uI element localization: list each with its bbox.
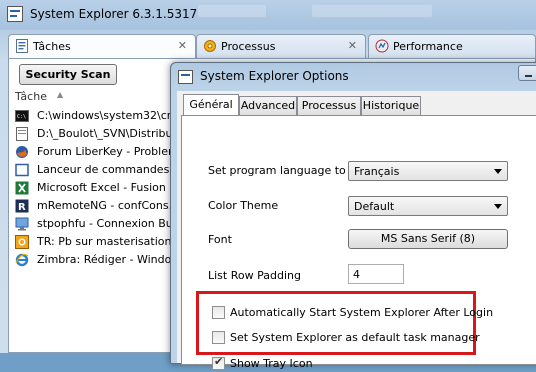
tasks-icon <box>16 39 28 53</box>
color-theme-label: Color Theme <box>208 199 279 212</box>
minimize-button[interactable] <box>518 65 536 81</box>
options-dialog: System Explorer Options Général Advanced… <box>170 62 536 370</box>
tab-processus[interactable]: Processus <box>297 96 361 115</box>
remote-desktop-icon <box>15 217 29 231</box>
tab-label: Performance <box>393 40 463 53</box>
close-tab-icon[interactable]: ✕ <box>178 39 187 52</box>
highlight-box <box>196 291 476 355</box>
chevron-down-icon <box>494 204 502 209</box>
mremote-icon: R <box>15 199 29 213</box>
task-row[interactable]: stpophfu - Connexion Burea <box>9 215 184 233</box>
default-task-manager-label: Set System Explorer as default task mana… <box>230 331 480 344</box>
task-row[interactable]: Forum LiberKey - Problem S <box>9 143 184 161</box>
general-settings-panel: Set program language to Français Color T… <box>181 115 536 370</box>
chevron-down-icon <box>494 169 502 174</box>
task-name: D:\_Boulot\_SVN\Distribution <box>37 127 184 140</box>
task-name: Microsoft Excel - Fusion BPA <box>37 181 184 194</box>
task-name: C:\windows\system32\cmd.e <box>37 109 184 122</box>
task-row[interactable]: TR: Pb sur masterisation set <box>9 233 184 251</box>
task-name: stpophfu - Connexion Burea <box>37 217 184 230</box>
task-row[interactable]: R mRemoteNG - confCons.xm <box>9 197 184 215</box>
main-title-bar[interactable]: System Explorer 6.3.1.5317 <box>0 0 536 30</box>
color-theme-select[interactable]: Default <box>348 196 508 216</box>
tab-historique[interactable]: Historique <box>361 96 421 115</box>
task-list: C:\ C:\windows\system32\cmd.e D:\_Boulot… <box>9 107 184 269</box>
cmd-icon: C:\ <box>15 110 29 122</box>
task-row[interactable]: Lanceur de commandes sur <box>9 161 184 179</box>
task-name: mRemoteNG - confCons.xm <box>37 199 184 212</box>
performance-icon <box>375 39 389 53</box>
window-icon <box>15 163 29 177</box>
autostart-label: Automatically Start System Explorer Afte… <box>230 306 494 319</box>
task-name: TR: Pb sur masterisation set <box>37 235 184 248</box>
row-padding-input[interactable] <box>348 264 404 284</box>
autostart-checkbox[interactable] <box>212 306 225 319</box>
folder-icon <box>16 127 28 141</box>
task-row[interactable]: Microsoft Excel - Fusion BPA <box>9 179 184 197</box>
svg-text:C:\: C:\ <box>17 114 26 120</box>
system-explorer-app-icon <box>178 70 193 84</box>
tab-advanced[interactable]: Advanced <box>239 96 297 115</box>
row-padding-label: List Row Padding <box>208 269 301 282</box>
column-header-label: Tâche <box>15 90 47 103</box>
task-row[interactable]: C:\ C:\windows\system32\cmd.e <box>9 107 184 125</box>
tab-general[interactable]: Général <box>183 94 239 116</box>
show-tray-icon-label: Show Tray Icon <box>230 357 313 370</box>
task-name: Zimbra: Rédiger - Windows <box>37 253 184 266</box>
outlook-icon <box>15 235 29 249</box>
default-task-manager-checkbox[interactable] <box>212 331 225 344</box>
svg-text:R: R <box>18 202 26 213</box>
background-window-title-blur <box>198 5 266 17</box>
tab-label: Tâches <box>33 40 71 53</box>
dialog-title: System Explorer Options <box>200 69 349 83</box>
excel-icon <box>15 181 29 195</box>
main-window-title: System Explorer 6.3.1.5317 <box>30 7 198 21</box>
dialog-body: Général Advanced Processus Historique Se… <box>177 91 536 370</box>
task-row[interactable]: Zimbra: Rédiger - Windows <box>9 251 184 269</box>
task-name: Forum LiberKey - Problem S <box>37 145 184 158</box>
tab-processus[interactable]: Processus ✕ <box>196 34 366 58</box>
language-select[interactable]: Français <box>348 161 508 181</box>
tab-performance[interactable]: Performance <box>368 34 536 58</box>
background-window-title-blur <box>312 5 432 17</box>
task-name: Lanceur de commandes sur <box>37 163 184 176</box>
sort-ascending-icon: ▲ <box>57 90 64 99</box>
close-tab-icon[interactable]: ✕ <box>348 39 357 52</box>
tab-taches[interactable]: Tâches ✕ <box>8 34 196 59</box>
font-picker-button[interactable]: MS Sans Serif (8) <box>348 229 508 249</box>
ie-icon <box>15 253 29 267</box>
color-theme-value: Default <box>354 200 395 213</box>
font-label: Font <box>208 233 232 246</box>
firefox-icon <box>16 146 28 158</box>
processes-icon <box>204 40 216 52</box>
language-label: Set program language to <box>208 164 346 177</box>
tab-label: Processus <box>221 40 276 53</box>
system-explorer-app-icon <box>7 6 23 22</box>
task-row[interactable]: D:\_Boulot\_SVN\Distribution <box>9 125 184 143</box>
show-tray-icon-checkbox[interactable] <box>212 355 225 370</box>
security-scan-button[interactable]: Security Scan <box>19 64 117 85</box>
language-value: Français <box>354 165 400 178</box>
